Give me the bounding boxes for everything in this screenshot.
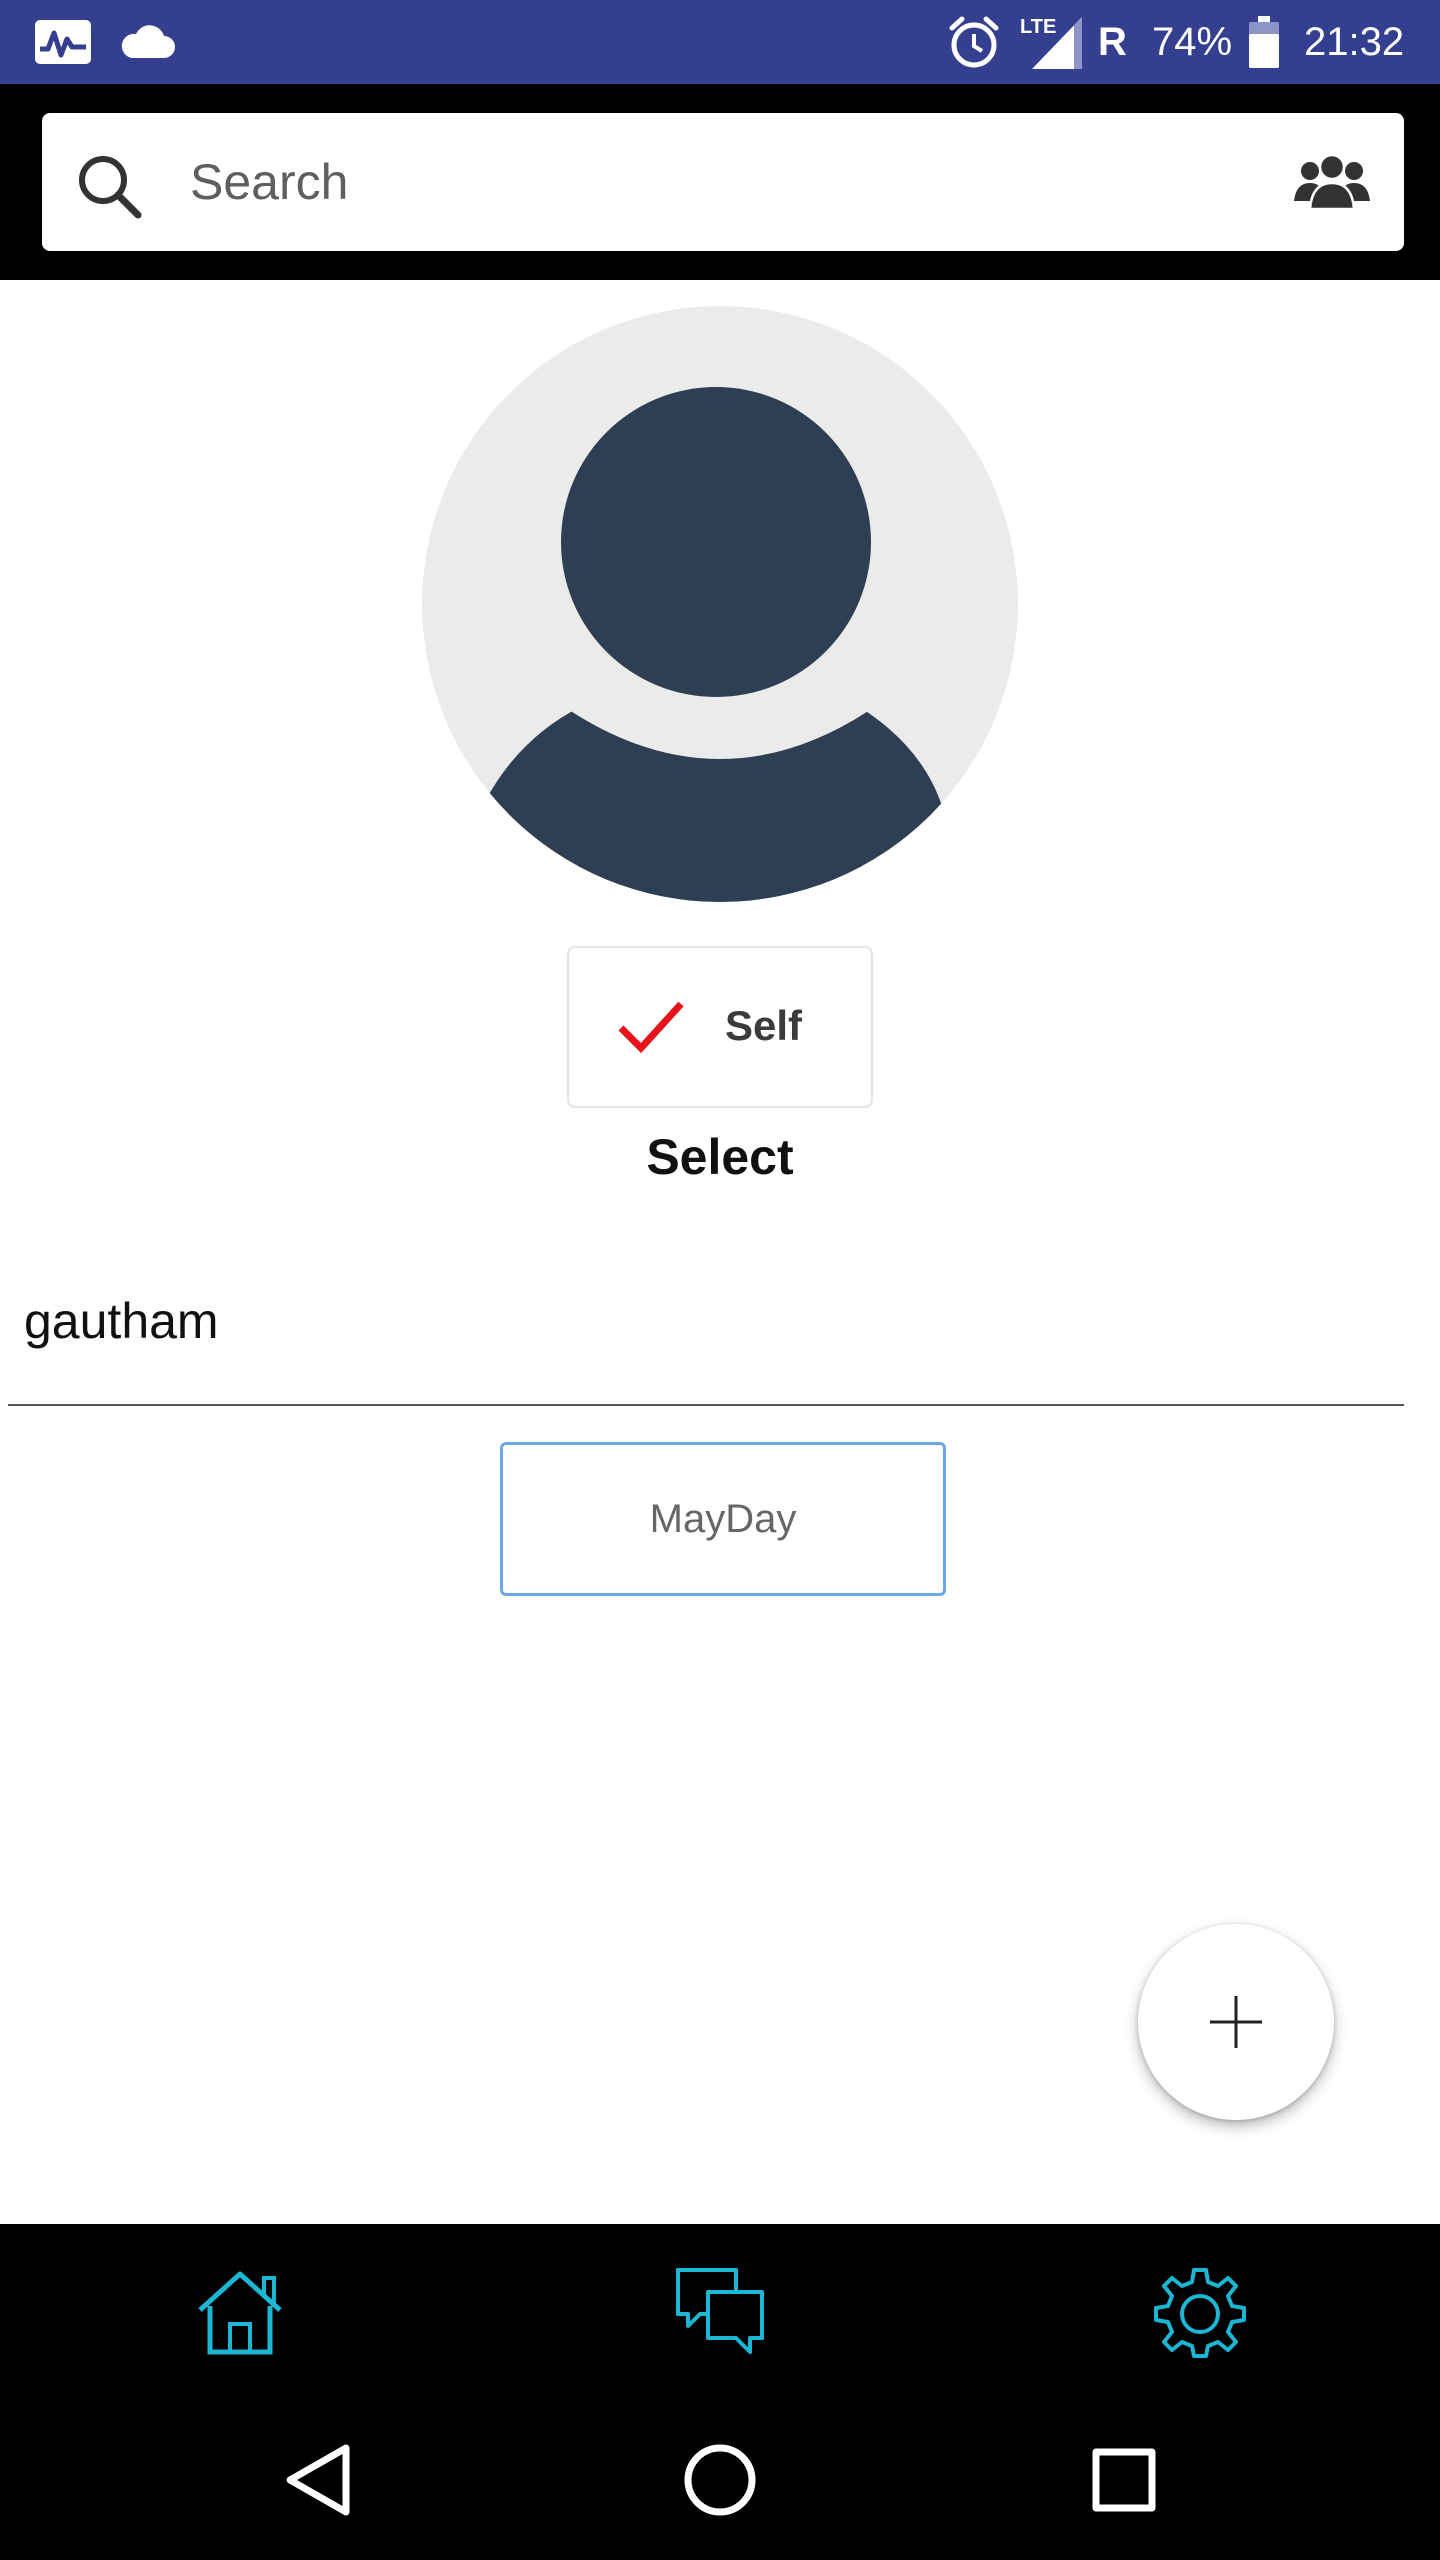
plus-icon <box>1210 1996 1262 2048</box>
search-bar[interactable] <box>42 113 1404 251</box>
battery-percent: 74% <box>1152 19 1233 64</box>
search-header <box>0 84 1440 280</box>
bottom-tab-bar <box>0 2224 1440 2400</box>
contacts-icon[interactable] <box>1294 149 1370 215</box>
mayday-button[interactable]: MayDay <box>500 1442 946 1596</box>
svg-text:LTE: LTE <box>1020 16 1056 38</box>
home-circle-icon[interactable] <box>678 2438 762 2522</box>
search-icon[interactable] <box>74 151 146 223</box>
system-nav-bar <box>0 2400 1440 2560</box>
name-field[interactable]: gautham <box>8 1270 1404 1406</box>
home-icon[interactable] <box>190 2262 290 2362</box>
avatar[interactable] <box>422 306 1018 902</box>
back-icon[interactable] <box>276 2438 360 2522</box>
alarm-icon <box>946 0 1002 84</box>
battery-icon <box>1246 0 1282 84</box>
recents-icon[interactable] <box>1082 2438 1166 2522</box>
self-button[interactable]: Self <box>567 946 873 1108</box>
self-label: Self <box>725 1002 803 1049</box>
activity-icon <box>34 0 92 84</box>
lte-signal-icon: LTE <box>1018 0 1084 84</box>
status-bar: LTE R 74% 21:32 <box>0 0 1440 84</box>
add-button[interactable] <box>1138 1924 1334 2120</box>
name-value: gautham <box>24 1293 219 1349</box>
screen: LTE R 74% 21:32 Search Self Select gauth… <box>0 0 1440 2560</box>
chat-icon[interactable] <box>670 2262 770 2362</box>
clock: 21:32 <box>1304 19 1405 64</box>
search-input[interactable] <box>190 137 1190 227</box>
checkmark-icon <box>618 1001 684 1054</box>
select-label: Select <box>646 1129 794 1185</box>
gear-icon[interactable] <box>1150 2262 1250 2362</box>
user-silhouette-icon <box>422 306 1018 902</box>
cloud-icon <box>118 0 176 84</box>
roaming-indicator: R <box>1098 19 1127 64</box>
